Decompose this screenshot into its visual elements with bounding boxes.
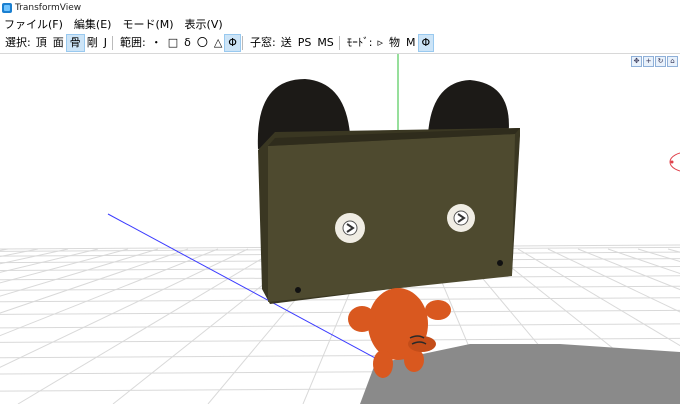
menu-item-2[interactable]: モード(M)	[118, 16, 177, 32]
toolbar-separator-2	[241, 36, 243, 50]
app-icon	[2, 2, 12, 13]
3d-viewport[interactable]: ✥ + ↻ ⌂	[0, 54, 680, 404]
child-window-button-1[interactable]: PS	[295, 35, 315, 51]
range-button-2[interactable]: δ	[181, 35, 194, 51]
child-window-label: 子窓:	[249, 36, 276, 49]
toolbar-separator-3	[338, 36, 340, 50]
reset-view-icon[interactable]: ⌂	[667, 56, 678, 67]
mode-button-2[interactable]: M	[403, 35, 419, 51]
move-view-icon[interactable]: ✥	[631, 56, 642, 67]
select-button-0[interactable]: 頂	[33, 35, 50, 51]
child-window-button-0[interactable]: 送	[278, 35, 295, 51]
left-eye	[335, 213, 365, 243]
select-mode-label: 選択:	[5, 36, 31, 49]
rotate-view-icon[interactable]: ↻	[655, 56, 666, 67]
view-controls: ✥ + ↻ ⌂	[631, 56, 678, 67]
window-title: TransformView	[15, 2, 82, 13]
range-button-0[interactable]: ・	[148, 35, 165, 51]
select-button-1[interactable]: 面	[50, 35, 67, 51]
select-button-3[interactable]: 剛	[84, 35, 101, 51]
range-label: 範囲:	[119, 36, 146, 49]
toolbar-separator-1	[111, 36, 113, 50]
mode-button-0[interactable]: ▹	[375, 35, 387, 51]
mode-button-1[interactable]: 物	[386, 35, 403, 51]
box-dot-right	[497, 260, 503, 266]
range-button-5[interactable]: Φ	[224, 34, 241, 52]
box-dot-left	[295, 287, 301, 293]
menu-bar: ファイル(F) 編集(E) モード(M) 表示(V)	[0, 15, 680, 33]
range-button-3[interactable]: 〇	[194, 35, 211, 51]
menu-item-0[interactable]: ファイル(F)	[0, 16, 67, 32]
select-button-4[interactable]: J	[101, 35, 110, 51]
zoom-view-icon[interactable]: +	[643, 56, 654, 67]
right-eye	[447, 204, 475, 232]
range-button-4[interactable]: △	[211, 35, 225, 51]
child-window-button-2[interactable]: MS	[314, 35, 336, 51]
title-bar: TransformView	[0, 0, 680, 15]
box-front	[268, 134, 515, 302]
viewport-scene	[0, 54, 680, 404]
menu-item-1[interactable]: 編集(E)	[70, 16, 116, 32]
mode-button-3[interactable]: Φ	[417, 34, 435, 52]
menu-item-3[interactable]: 表示(V)	[181, 16, 227, 32]
gizmo-handle[interactable]	[670, 160, 674, 164]
range-button-1[interactable]: □	[165, 35, 181, 51]
toolbar: 選択: 頂面骨剛 J 範囲: ・ □ δ 〇 △ Φ 子窓: 送 PS MS ﾓｰﾄﾞ: ▹ 物 M Φ	[0, 33, 680, 54]
select-button-2[interactable]: 骨	[65, 34, 85, 52]
mode-label: ﾓｰﾄﾞ:	[346, 36, 373, 49]
